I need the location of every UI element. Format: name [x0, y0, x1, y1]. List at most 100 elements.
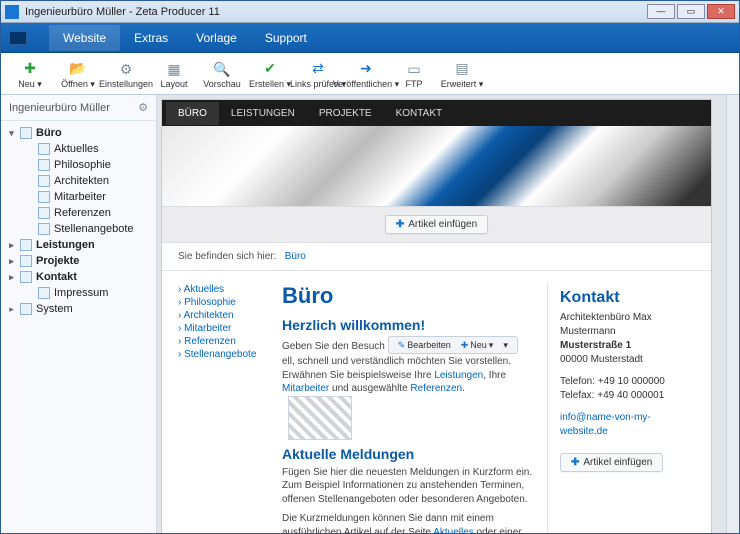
contact-email-link[interactable]: info@name-von-my-website.de [560, 412, 651, 437]
contact-column: Kontakt Architektenbüro Max Mustermann M… [547, 283, 695, 533]
pencil-icon: ✎ [398, 339, 406, 351]
contact-heading: Kontakt [560, 289, 695, 307]
news-heading: Aktuelle Meldungen [282, 446, 533, 462]
settings-icon: ⚙ [117, 60, 135, 78]
tool-vorschau[interactable]: 🔍Vorschau [199, 58, 245, 89]
subnav-aktuelles[interactable]: Aktuelles [178, 283, 268, 296]
welcome-paragraph[interactable]: Geben Sie den Besuch ✎Bearbeiten ✚Neu▾ ▾… [282, 337, 533, 440]
maximize-button[interactable]: ▭ [677, 4, 705, 19]
tree-node-leistungen[interactable]: ▸Leistungen [3, 237, 154, 253]
plus-icon: ✚ [461, 339, 469, 351]
layout-icon: ▦ [165, 60, 183, 78]
build-icon: ✔ [261, 60, 279, 78]
image-placeholder[interactable] [288, 396, 352, 440]
site-nav-kontakt[interactable]: KONTAKT [384, 102, 454, 125]
subnav-stellenangebote[interactable]: Stellenangebote [178, 348, 268, 361]
page-icon [38, 143, 50, 155]
sidebar-header: Ingenieurbüro Müller ⚙ [1, 95, 156, 121]
breadcrumb-current[interactable]: Büro [285, 251, 306, 262]
plus-icon: ✚ [571, 457, 579, 468]
page-canvas: BÜRO LEISTUNGEN PROJEKTE KONTAKT ✚ Artik… [161, 99, 712, 533]
sidebar: Ingenieurbüro Müller ⚙ ▾BüroAktuellesPhi… [1, 95, 157, 533]
twisty-icon[interactable]: ▾ [7, 128, 16, 139]
tree-node-büro[interactable]: ▾Büro [3, 125, 154, 141]
tree-node-impressum[interactable]: Impressum [3, 285, 154, 301]
page-title: Büro [282, 283, 533, 309]
tool-ftp[interactable]: ▭FTP [391, 58, 437, 89]
hero-image [162, 126, 711, 206]
tree-node-aktuelles[interactable]: Aktuelles [3, 141, 154, 157]
inline-edit-button[interactable]: ✎Bearbeiten [395, 339, 454, 351]
subnav-philosophie[interactable]: Philosophie [178, 296, 268, 309]
tree-node-referenzen[interactable]: Referenzen [3, 205, 154, 221]
link-leistungen[interactable]: Leistungen [434, 370, 483, 381]
titlebar: Ingenieurbüro Müller - Zeta Producer 11 … [1, 1, 739, 23]
preview-pane: BÜRO LEISTUNGEN PROJEKTE KONTAKT ✚ Artik… [157, 95, 739, 533]
article-column: Büro Herzlich willkommen! Geben Sie den … [282, 283, 533, 533]
twisty-icon[interactable]: ▸ [7, 304, 16, 315]
tree-node-projekte[interactable]: ▸Projekte [3, 253, 154, 269]
window-title: Ingenieurbüro Müller - Zeta Producer 11 [25, 6, 220, 18]
inline-edit-toolbar[interactable]: ✎Bearbeiten ✚Neu▾ ▾ [388, 336, 518, 354]
link-aktuelles[interactable]: Aktuelles [433, 527, 474, 533]
tree-node-architekten[interactable]: Architekten [3, 173, 154, 189]
page-icon [38, 287, 50, 299]
minimize-button[interactable]: — [647, 4, 675, 19]
menu-extras[interactable]: Extras [120, 25, 182, 51]
menu-support[interactable]: Support [251, 25, 321, 51]
contact-address: Architektenbüro Max Mustermann Musterstr… [560, 311, 695, 367]
close-button[interactable]: ✕ [707, 4, 735, 19]
tree-node-mitarbeiter[interactable]: Mitarbeiter [3, 189, 154, 205]
subnav-mitarbeiter[interactable]: Mitarbeiter [178, 322, 268, 335]
menu-website[interactable]: Website [49, 25, 120, 51]
link-mitarbeiter[interactable]: Mitarbeiter [282, 383, 329, 394]
plus-icon: ✚ [396, 219, 404, 230]
news-paragraph-2[interactable]: Die Kurzmeldungen können Sie dann mit ei… [282, 512, 533, 533]
site-nav-buero[interactable]: BÜRO [166, 102, 219, 125]
site-nav-projekte[interactable]: PROJEKTE [307, 102, 384, 125]
chevron-down-icon: ▾ [489, 339, 494, 351]
tool-layout[interactable]: ▦Layout [151, 58, 197, 89]
page-icon [20, 255, 32, 267]
tool-erweitert[interactable]: ▤Erweitert ▾ [439, 58, 485, 90]
page-icon [38, 223, 50, 235]
preview-icon: 🔍 [213, 60, 231, 78]
tool-erstellen[interactable]: ✔Erstellen ▾ [247, 58, 293, 90]
page-tree: ▾BüroAktuellesPhilosophieArchitektenMita… [1, 121, 156, 533]
tool-öffnen[interactable]: 📂Öffnen ▾ [55, 58, 101, 90]
contact-phone: Telefon: +49 10 000000 Telefax: +49 40 0… [560, 375, 695, 403]
site-nav-leistungen[interactable]: LEISTUNGEN [219, 102, 307, 125]
subnav-architekten[interactable]: Architekten [178, 309, 268, 322]
tree-node-kontakt[interactable]: ▸Kontakt [3, 269, 154, 285]
publish-icon: ➜ [357, 60, 375, 78]
tree-node-system[interactable]: ▸System [3, 301, 154, 317]
gear-icon[interactable]: ⚙ [138, 101, 148, 114]
subnav-referenzen[interactable]: Referenzen [178, 335, 268, 348]
brand-logo [9, 31, 27, 45]
menu-vorlage[interactable]: Vorlage [182, 25, 251, 51]
page-icon [38, 191, 50, 203]
inline-more-button[interactable]: ▾ [500, 339, 511, 351]
tool-veröffentlichen[interactable]: ➜Veröffentlichen ▾ [343, 58, 389, 90]
vertical-scrollbar[interactable] [726, 95, 739, 533]
inline-new-button[interactable]: ✚Neu▾ [458, 339, 497, 351]
link-referenzen[interactable]: Referenzen [410, 383, 462, 394]
news-paragraph-1[interactable]: Fügen Sie hier die neuesten Meldungen in… [282, 466, 533, 507]
page-icon [38, 175, 50, 187]
page-icon [20, 127, 32, 139]
twisty-icon[interactable]: ▸ [7, 272, 16, 283]
tool-einstellungen[interactable]: ⚙Einstellungen [103, 58, 149, 89]
twisty-icon[interactable]: ▸ [7, 256, 16, 267]
insert-article-button-top[interactable]: ✚ Artikel einfügen [385, 215, 488, 234]
insert-article-button-right[interactable]: ✚ Artikel einfügen [560, 453, 663, 472]
plus-icon: ✚ [21, 60, 39, 78]
page-body: AktuellesPhilosophieArchitektenMitarbeit… [162, 271, 711, 533]
page-icon [20, 239, 32, 251]
tree-node-stellenangebote[interactable]: Stellenangebote [3, 221, 154, 237]
open-icon: 📂 [69, 60, 87, 78]
welcome-heading: Herzlich willkommen! [282, 317, 533, 333]
tool-neu[interactable]: ✚Neu ▾ [7, 58, 53, 90]
tree-node-philosophie[interactable]: Philosophie [3, 157, 154, 173]
page-icon [38, 207, 50, 219]
twisty-icon[interactable]: ▸ [7, 240, 16, 251]
